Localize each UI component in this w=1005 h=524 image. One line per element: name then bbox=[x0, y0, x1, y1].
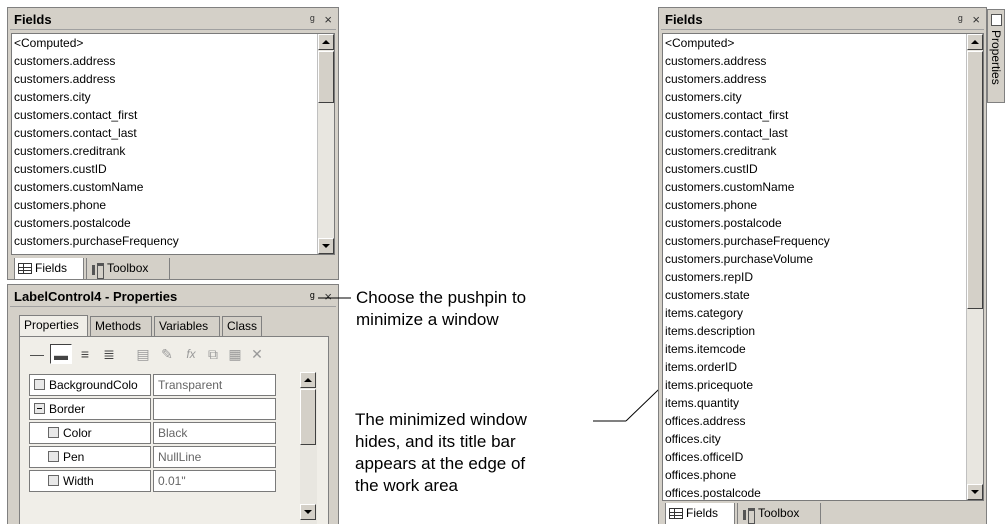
list-item[interactable]: offices.city bbox=[663, 430, 983, 448]
list-item[interactable]: offices.phone bbox=[663, 466, 983, 484]
grid-icon bbox=[669, 508, 683, 520]
list-item[interactable]: customers.purchaseVolume bbox=[663, 250, 983, 268]
scroll-up-button[interactable] bbox=[967, 34, 983, 50]
fields-title: Fields bbox=[665, 12, 703, 27]
list-item[interactable]: customers.address bbox=[663, 52, 983, 70]
list-item[interactable]: offices.postalcode bbox=[663, 484, 983, 500]
close-icon[interactable]: × bbox=[972, 12, 980, 27]
list-item[interactable]: customers.custID bbox=[663, 160, 983, 178]
list-item[interactable]: customers.city bbox=[663, 88, 983, 106]
list-item[interactable]: customers.phone bbox=[663, 196, 983, 214]
list-item[interactable]: offices.officeID bbox=[663, 448, 983, 466]
list-item[interactable]: customers.customName bbox=[663, 178, 983, 196]
scroll-thumb[interactable] bbox=[967, 51, 983, 309]
list-item[interactable]: customers.address bbox=[663, 70, 983, 88]
tab-fields[interactable]: Fields bbox=[665, 503, 735, 524]
list-item[interactable]: items.description bbox=[663, 322, 983, 340]
toolbox-icon bbox=[741, 507, 755, 524]
fields-title-bar[interactable]: Fields ᵍ × bbox=[661, 10, 984, 30]
properties-side-tab[interactable]: Properties bbox=[987, 9, 1005, 103]
tab-toolbox[interactable]: Toolbox bbox=[737, 503, 821, 524]
list-item[interactable]: customers.contact_first bbox=[663, 106, 983, 124]
side-tab-label: Properties bbox=[989, 30, 1003, 85]
list-item[interactable]: customers.contact_last bbox=[663, 124, 983, 142]
list-item[interactable]: items.quantity bbox=[663, 394, 983, 412]
list-item[interactable]: items.category bbox=[663, 304, 983, 322]
properties-icon bbox=[991, 14, 1002, 26]
fields-window-expanded: Fields ᵍ × <Computed> customers.address cu… bbox=[658, 7, 987, 524]
list-item[interactable]: customers.state bbox=[663, 286, 983, 304]
fields-scrollbar[interactable] bbox=[966, 34, 983, 500]
list-item[interactable]: offices.address bbox=[663, 412, 983, 430]
scroll-down-button[interactable] bbox=[967, 484, 983, 500]
list-item[interactable]: items.orderID bbox=[663, 358, 983, 376]
list-item[interactable]: items.pricequote bbox=[663, 376, 983, 394]
list-item[interactable]: customers.creditrank bbox=[663, 142, 983, 160]
list-item[interactable]: customers.postalcode bbox=[663, 214, 983, 232]
list-item[interactable]: <Computed> bbox=[663, 34, 983, 52]
minimized-annotation: The minimized window hides, and its titl… bbox=[355, 410, 527, 495]
fields-list[interactable]: <Computed> customers.address customers.add… bbox=[662, 33, 984, 501]
list-item[interactable]: customers.repID bbox=[663, 268, 983, 286]
list-item[interactable]: items.itemcode bbox=[663, 340, 983, 358]
pushpin-annotation: Choose the pushpin to minimize a window bbox=[356, 288, 527, 329]
list-item[interactable]: customers.purchaseFrequency bbox=[663, 232, 983, 250]
pushpin-icon[interactable]: ᵍ bbox=[958, 12, 963, 27]
